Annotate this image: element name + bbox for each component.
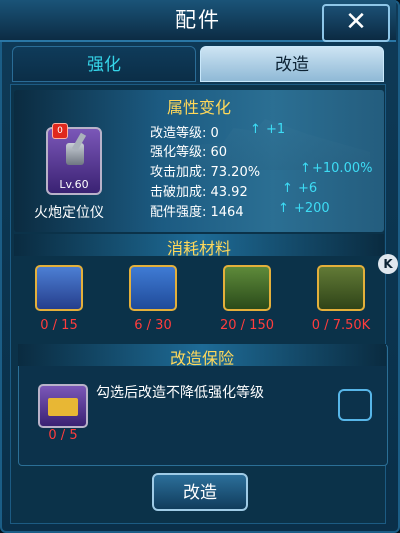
insurance-count: 0 / 5 (48, 428, 78, 443)
tab-enhance[interactable]: 强化 (12, 46, 196, 82)
attr-row: 改造等级: 0 ↑ +1 (150, 122, 285, 141)
attr-row: 击破加成: 43.92 ↑ +6 (150, 181, 317, 200)
side-k-badge[interactable]: K (378, 254, 398, 274)
insurance-item[interactable] (38, 384, 88, 428)
close-button[interactable]: ✕ (322, 4, 390, 42)
ticket-icon (48, 398, 78, 416)
upgrade-button[interactable]: 改造 (152, 473, 248, 511)
title-bar: 配件 ✕ (0, 0, 396, 42)
arrow-up-icon: ↑ (250, 122, 261, 137)
materials-section-title: 消耗材料 (166, 239, 231, 258)
attr-label: 击破加成: 43.92 (150, 185, 248, 200)
item-level: Lv.60 (59, 178, 89, 191)
material-count: 0 / 7.50K (311, 318, 371, 333)
blueprint-card-icon[interactable] (35, 265, 83, 311)
attr-increase: +1 (266, 122, 286, 137)
insurance-section-title: 改造保险 (169, 349, 234, 368)
attr-label: 配件强度: 1464 (150, 205, 244, 220)
attr-increase: +200 (294, 201, 330, 216)
close-icon: ✕ (345, 7, 367, 37)
gear-part-icon[interactable] (317, 265, 365, 311)
attr-label: 改造等级: 0 (150, 126, 219, 141)
attr-row: 攻击加成: 73.20% ↑ +10.00% (150, 161, 372, 180)
equipment-item[interactable]: 0 Lv.60 (46, 123, 102, 195)
ore-crystal-icon[interactable] (129, 265, 177, 311)
attr-row: 配件强度: 1464 ↑ +200 (150, 201, 330, 220)
attr-increase: +6 (298, 181, 318, 196)
item-name: 火炮定位仪 (34, 205, 104, 221)
tab-modify[interactable]: 改造 (200, 46, 384, 82)
tab-bar: 强化 改造 (12, 46, 384, 84)
insurance-description: 勾选后改造不降低强化等级 (96, 385, 264, 401)
arrow-up-icon: ↑ (282, 181, 293, 196)
insurance-checkbox[interactable] (338, 389, 372, 421)
arrow-up-icon: ↑ (300, 161, 311, 176)
attribute-section-title: 属性变化 (166, 98, 231, 117)
attr-label: 强化等级: 60 (150, 145, 228, 160)
upgrade-level-badge: 0 (52, 123, 68, 139)
arrow-up-icon: ↑ (278, 201, 289, 216)
material-count: 20 / 150 (220, 318, 274, 333)
attr-label: 攻击加成: 73.20% (150, 165, 261, 180)
wrench-icon[interactable] (223, 265, 271, 311)
attr-row: 强化等级: 60 (150, 141, 227, 160)
attr-increase: +10.00% (312, 161, 373, 176)
material-count: 6 / 30 (134, 318, 172, 333)
material-count: 0 / 15 (40, 318, 78, 333)
